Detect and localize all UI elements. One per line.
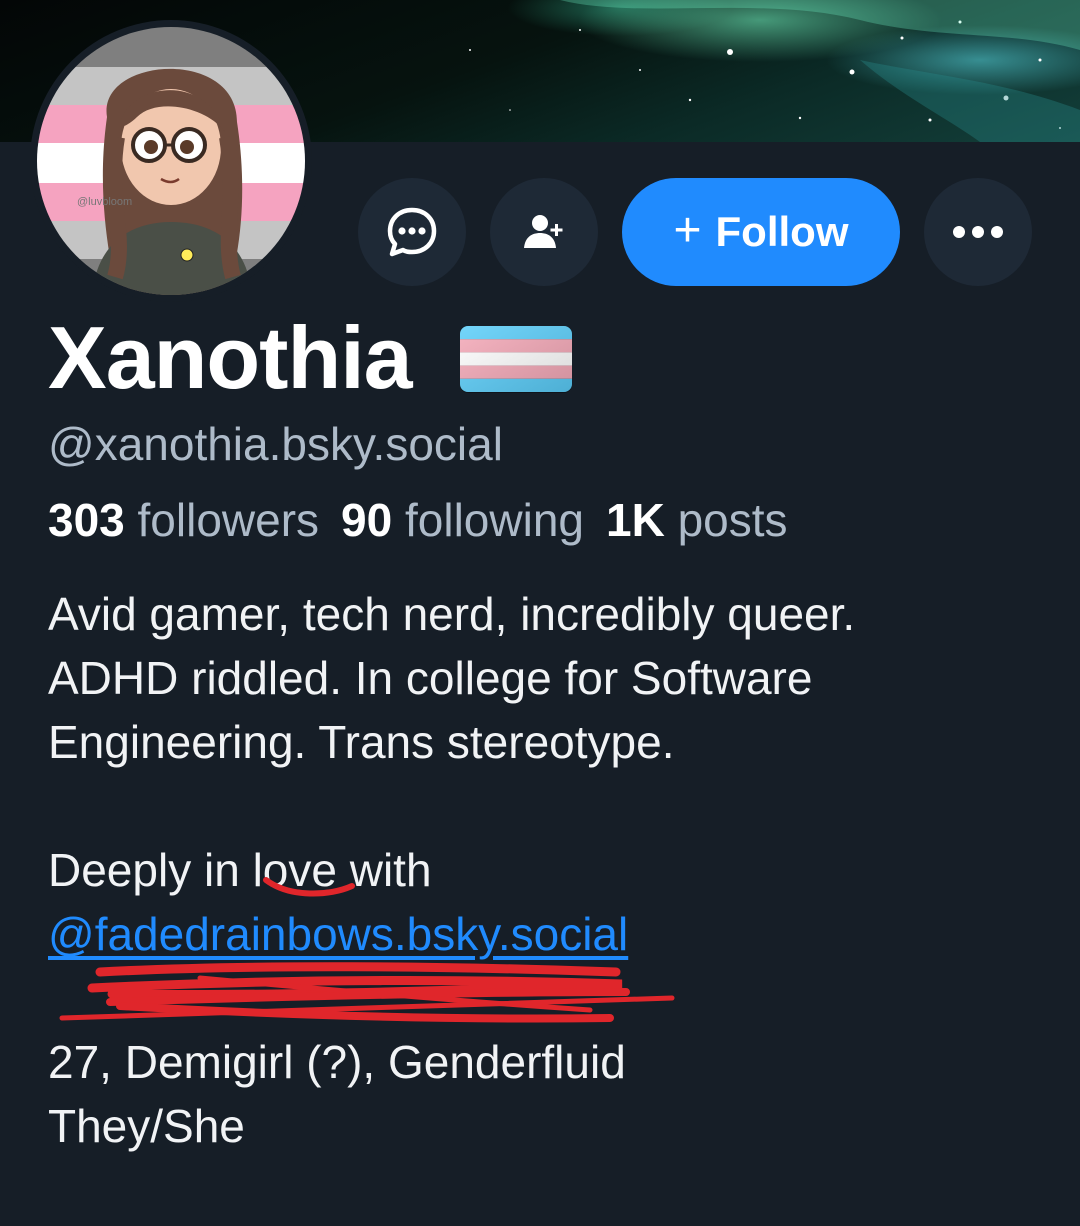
followers-count: 303 bbox=[48, 494, 125, 546]
message-button[interactable] bbox=[358, 178, 466, 286]
avatar-watermark: @luvbloom bbox=[77, 196, 132, 208]
more-options-button[interactable] bbox=[924, 178, 1032, 286]
transgender-flag-icon bbox=[460, 326, 572, 392]
bio-line: Deeply in love with bbox=[48, 838, 1048, 902]
followers-link[interactable]: 303 followers bbox=[48, 494, 319, 546]
following-label: following bbox=[405, 494, 584, 546]
posts-count: 1K bbox=[606, 494, 665, 546]
chat-bubble-icon bbox=[387, 207, 437, 257]
plus-icon: + bbox=[673, 203, 702, 257]
avatar-image: @luvbloom bbox=[37, 27, 305, 295]
bio-line: ADHD riddled. In college for Software bbox=[48, 652, 813, 704]
bio-text: Deeply in bbox=[48, 844, 253, 896]
mention-link[interactable]: @fadedrainbows.bsky.social bbox=[48, 908, 628, 960]
user-handle[interactable]: @xanothia.bsky.social bbox=[48, 416, 503, 472]
posts-label: posts bbox=[677, 494, 788, 546]
follow-button[interactable]: + Follow bbox=[622, 178, 900, 286]
bio-text: with bbox=[336, 844, 432, 896]
bio-text-love: love bbox=[252, 844, 337, 896]
bio-line: They/She bbox=[48, 1100, 245, 1152]
bio-line: Engineering. Trans stereotype. bbox=[48, 716, 675, 768]
posts-stat: 1K posts bbox=[606, 494, 788, 546]
bio-line: @fadedrainbows.bsky.social bbox=[48, 902, 1048, 966]
following-count: 90 bbox=[341, 494, 393, 546]
ellipsis-icon bbox=[953, 226, 1003, 238]
follow-button-label: Follow bbox=[715, 208, 849, 255]
display-name: Xanothia bbox=[48, 308, 413, 407]
profile-avatar[interactable]: @luvbloom bbox=[30, 20, 312, 302]
following-link[interactable]: 90 following bbox=[341, 494, 584, 546]
profile-stats: 303 followers 90 following 1K posts bbox=[48, 492, 788, 548]
followers-label: followers bbox=[137, 494, 320, 546]
profile-bio: Avid gamer, tech nerd, incredibly queer.… bbox=[48, 582, 1048, 1158]
bio-line: Avid gamer, tech nerd, incredibly queer. bbox=[48, 588, 856, 640]
add-user-button[interactable] bbox=[490, 178, 598, 286]
person-plus-icon bbox=[524, 215, 563, 248]
profile-screen: @luvbloom + Follow Xanothia @xanothia.bs… bbox=[0, 0, 1080, 1226]
bio-line: 27, Demigirl (?), Genderfluid bbox=[48, 1036, 626, 1088]
